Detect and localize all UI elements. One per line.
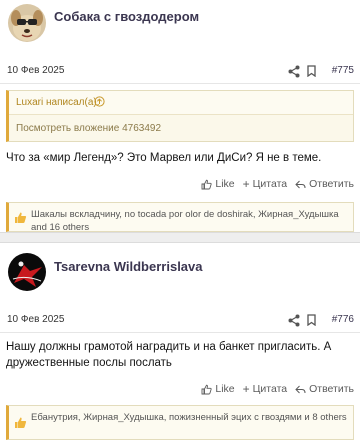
post-actions: Like + Цитата Ответить bbox=[201, 381, 354, 397]
like-reaction-icon bbox=[15, 212, 27, 223]
like-button[interactable]: Like bbox=[201, 176, 235, 192]
bookmark-icon[interactable] bbox=[307, 314, 316, 326]
thumbs-up-icon bbox=[201, 179, 212, 189]
quote-label: Цитата bbox=[252, 383, 288, 395]
post-meta-row: 10 Фев 2025 #775 bbox=[0, 62, 360, 84]
post-number[interactable]: #776 bbox=[332, 314, 354, 325]
post-message: Нашу должны грамотой наградить и на банк… bbox=[6, 341, 332, 369]
post-775: Собака с гвоздодером 10 Фев 2025 #775 Lu… bbox=[0, 0, 360, 234]
reactions-bar[interactable]: Ебанутрия, Жирная_Худышка, пожизненный э… bbox=[6, 405, 354, 440]
quote-author[interactable]: Luxari написал(а): bbox=[16, 97, 100, 108]
like-reaction-icon bbox=[15, 417, 27, 428]
post-number[interactable]: #775 bbox=[332, 65, 354, 76]
post-776: Tsarevna Wildberrislava 10 Фев 2025 #776… bbox=[0, 243, 360, 448]
quote-button[interactable]: + Цитата bbox=[243, 381, 287, 397]
quote-body: Посмотреть вложение 4763492 bbox=[9, 114, 353, 141]
red-figure-avatar-icon bbox=[8, 253, 46, 291]
share-icon[interactable] bbox=[288, 314, 300, 327]
share-icon[interactable] bbox=[288, 65, 300, 78]
post-author-row: Собака с гвоздодером bbox=[0, 0, 360, 52]
bookmark-icon[interactable] bbox=[307, 65, 316, 77]
author-name[interactable]: Tsarevna Wildberrislava bbox=[54, 259, 203, 274]
author-name[interactable]: Собака с гвоздодером bbox=[54, 9, 199, 24]
post-message: Что за «мир Легенд»? Это Марвел или ДиСи… bbox=[6, 152, 322, 164]
author-avatar[interactable] bbox=[8, 253, 46, 291]
arrow-up-circle-icon[interactable] bbox=[94, 96, 105, 107]
post-separator bbox=[0, 232, 360, 243]
like-label: Like bbox=[215, 383, 235, 395]
attachment-link[interactable]: Посмотреть вложение 4763492 bbox=[16, 123, 161, 134]
quote-block: Luxari написал(а): Посмотреть вложение 4… bbox=[6, 90, 354, 142]
reactions-bar[interactable]: Шакалы вскладчину, no tocada por olor de… bbox=[6, 202, 354, 234]
dog-avatar-icon bbox=[8, 4, 46, 42]
post-actions: Like + Цитата Ответить bbox=[201, 176, 354, 192]
quote-label: Цитата bbox=[252, 178, 288, 190]
reply-label: Ответить bbox=[309, 383, 354, 395]
reply-label: Ответить bbox=[309, 178, 354, 190]
post-author-row: Tsarevna Wildberrislava bbox=[0, 243, 360, 295]
reactions-text[interactable]: Ебанутрия, Жирная_Худышка, пожизненный э… bbox=[31, 411, 351, 424]
like-label: Like bbox=[215, 178, 235, 190]
post-meta-row: 10 Фев 2025 #776 bbox=[0, 311, 360, 333]
quote-button[interactable]: + Цитата bbox=[243, 176, 287, 192]
reply-button[interactable]: Ответить bbox=[295, 381, 354, 397]
reply-button[interactable]: Ответить bbox=[295, 176, 354, 192]
reactions-text[interactable]: Шакалы вскладчину, no tocada por olor de… bbox=[31, 208, 351, 234]
reply-arrow-icon bbox=[295, 180, 306, 188]
author-avatar[interactable] bbox=[8, 4, 46, 42]
post-date[interactable]: 10 Фев 2025 bbox=[7, 65, 64, 76]
thumbs-up-icon bbox=[201, 384, 212, 394]
reply-arrow-icon bbox=[295, 385, 306, 393]
like-button[interactable]: Like bbox=[201, 381, 235, 397]
plus-icon: + bbox=[242, 177, 250, 191]
post-date[interactable]: 10 Фев 2025 bbox=[7, 314, 64, 325]
plus-icon: + bbox=[242, 382, 250, 396]
